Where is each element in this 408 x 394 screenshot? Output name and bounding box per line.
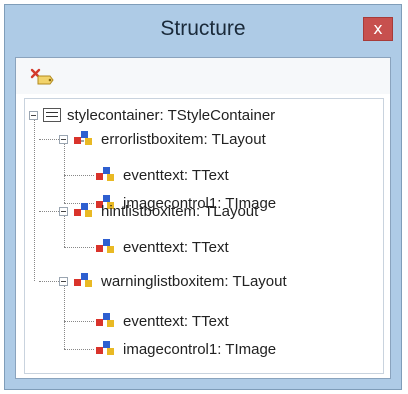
component-icon — [74, 131, 92, 145]
style-container-icon — [43, 108, 61, 122]
tree-node-eventtext[interactable]: eventtext: TText — [95, 235, 229, 259]
component-icon — [96, 239, 114, 253]
tree-node-label: imagecontrol1: TImage — [123, 340, 277, 358]
tree-node-label: eventtext: TText — [123, 312, 229, 330]
tree-node-label: stylecontainer: TStyleContainer — [67, 106, 276, 124]
tree-node-hintlistboxitem[interactable]: hintlistboxitem: TLayout — [59, 199, 258, 223]
tree-node-eventtext[interactable]: eventtext: TText — [95, 309, 229, 333]
component-icon — [96, 341, 114, 355]
window-title: Structure — [160, 17, 246, 40]
close-button[interactable]: x — [363, 17, 393, 41]
collapse-icon[interactable] — [59, 206, 68, 216]
tree-node-label: eventtext: TText — [123, 238, 229, 256]
tree-connector — [34, 115, 35, 281]
tree-connector — [39, 281, 61, 282]
tree-node-errorlistboxitem[interactable]: errorlistboxitem: TLayout — [59, 127, 266, 151]
component-icon — [96, 167, 114, 181]
tree-node-eventtext[interactable]: eventtext: TText — [95, 163, 229, 187]
tree-node-imagecontrol1[interactable]: imagecontrol1: TImage — [95, 337, 276, 361]
component-icon — [74, 203, 92, 217]
structure-panel: stylecontainer: TStyleContainer errorlis… — [15, 57, 391, 379]
structure-window: Structure x stylecontainer: TStyleContai… — [4, 4, 402, 390]
tree-connector — [64, 349, 94, 350]
tree-connector — [64, 285, 65, 349]
tree-node-warninglistboxitem[interactable]: warninglistboxitem: TLayout — [59, 269, 287, 293]
tree-node-label: errorlistboxitem: TLayout — [101, 130, 266, 148]
collapse-icon[interactable] — [29, 110, 38, 120]
tree-connector — [64, 143, 65, 203]
tree-node-root[interactable]: stylecontainer: TStyleContainer — [29, 103, 275, 127]
component-icon — [74, 273, 92, 287]
tree-node-label: eventtext: TText — [123, 166, 229, 184]
structure-tree: stylecontainer: TStyleContainer errorlis… — [24, 98, 384, 374]
tree-node-label: hintlistboxitem: TLayout — [101, 202, 259, 220]
collapse-icon[interactable] — [59, 276, 68, 286]
component-icon — [96, 313, 114, 327]
collapse-icon[interactable] — [59, 134, 68, 144]
tree-connector — [39, 211, 61, 212]
tree-node-label: warninglistboxitem: TLayout — [101, 272, 287, 290]
tree-connector — [64, 321, 94, 322]
delete-icon[interactable] — [29, 66, 55, 88]
title-bar[interactable]: Structure x — [5, 5, 401, 57]
tree-connector — [64, 247, 94, 248]
tree-connector — [64, 175, 94, 176]
toolbar — [16, 58, 390, 94]
tree-connector — [39, 139, 61, 140]
